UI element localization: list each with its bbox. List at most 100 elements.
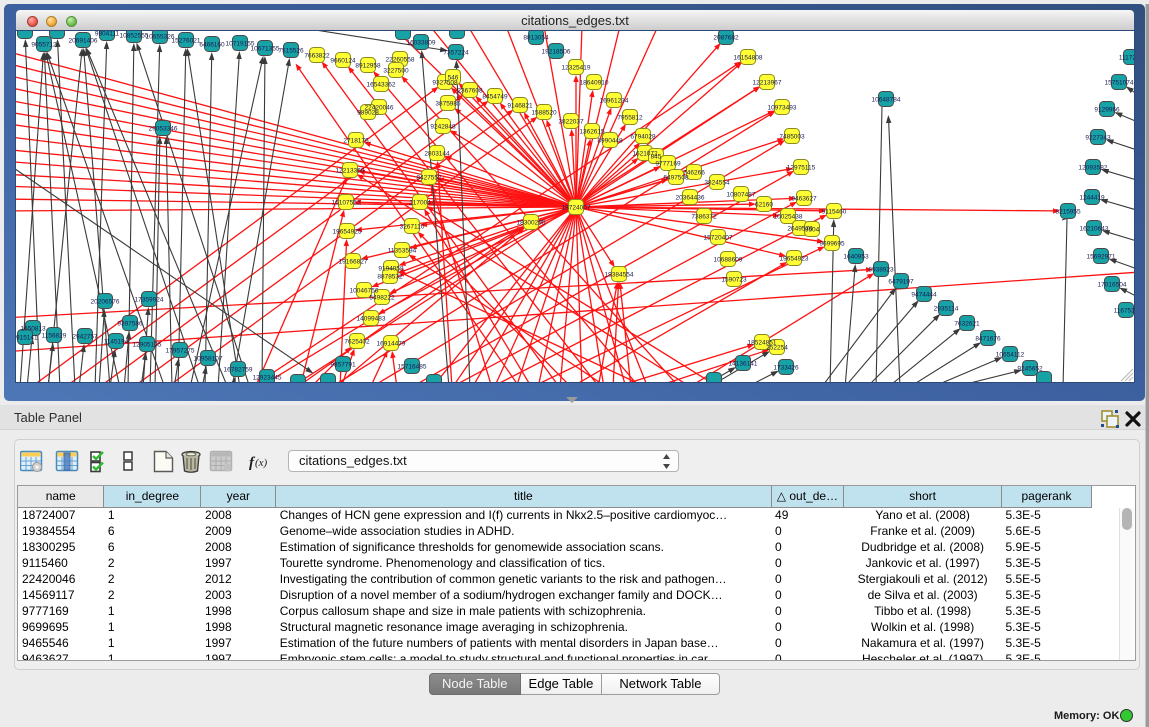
svg-text:16210643: 16210643 [1080, 226, 1109, 233]
svg-text:2935114: 2935114 [934, 306, 959, 313]
svg-text:18300295: 18300295 [517, 220, 546, 227]
svg-text:19384554: 19384554 [605, 272, 634, 279]
svg-text:12325419: 12325419 [562, 65, 591, 72]
svg-text:18640910: 18640910 [580, 80, 609, 87]
svg-text:62160: 62160 [755, 202, 773, 209]
svg-text:8878532: 8878532 [377, 274, 403, 281]
svg-text:3822037: 3822037 [558, 119, 584, 126]
svg-text:1167533: 1167533 [1114, 308, 1134, 315]
svg-text:22260558: 22260558 [386, 57, 415, 64]
svg-text:8427552: 8427552 [416, 175, 442, 182]
svg-text:6479197: 6479197 [888, 279, 914, 286]
svg-text:19218506: 19218506 [542, 49, 571, 56]
svg-text:9245652: 9245652 [1017, 366, 1043, 373]
svg-text:7485003: 7485003 [779, 134, 805, 141]
svg-text:(x): (x) [255, 457, 268, 469]
svg-text:9194058: 9194058 [378, 266, 404, 273]
svg-text:3875985: 3875985 [435, 101, 461, 108]
svg-text:2942757: 2942757 [72, 334, 98, 341]
svg-text:7663822: 7663822 [304, 53, 330, 60]
svg-text:17359924: 17359924 [135, 297, 164, 304]
svg-text:12923445: 12923445 [253, 375, 282, 382]
svg-text:12905135: 12905135 [133, 342, 162, 349]
svg-text:9463627: 9463627 [791, 196, 817, 203]
svg-text:3227500: 3227500 [383, 68, 409, 75]
svg-text:20206576: 20206576 [91, 299, 120, 306]
svg-text:2087682: 2087682 [713, 35, 739, 42]
svg-text:12975115: 12975115 [787, 165, 816, 172]
svg-text:746266: 746266 [683, 170, 705, 177]
svg-text:1590723: 1590723 [721, 277, 747, 284]
svg-text:6466160: 6466160 [199, 42, 225, 49]
svg-text:6794028: 6794028 [630, 134, 656, 141]
svg-text:7632621: 7632621 [954, 321, 980, 328]
svg-text:1156829: 1156829 [42, 333, 67, 340]
svg-text:2718176: 2718176 [343, 138, 369, 145]
svg-text:5498222: 5498222 [369, 295, 395, 302]
svg-text:8912958: 8912958 [355, 63, 381, 70]
svg-text:10655326: 10655326 [146, 34, 175, 41]
svg-text:10958107: 10958107 [194, 356, 223, 363]
svg-text:10688609: 10688609 [714, 257, 743, 264]
svg-text:1640953: 1640953 [843, 254, 869, 261]
svg-text:546: 546 [448, 75, 459, 82]
svg-text:14099483: 14099483 [357, 316, 386, 323]
svg-text:10025438: 10025438 [774, 214, 803, 221]
svg-text:2803144: 2803144 [424, 151, 450, 158]
svg-text:20364436: 20364436 [676, 195, 705, 202]
svg-text:18724007: 18724007 [562, 205, 591, 212]
svg-text:8938923: 8938923 [868, 267, 894, 274]
svg-text:10046756: 10046756 [350, 288, 379, 295]
svg-text:15692971: 15692971 [1087, 254, 1116, 261]
svg-text:10648784: 10648784 [872, 97, 901, 104]
svg-text:9857791: 9857791 [330, 362, 356, 369]
svg-text:12213967: 12213967 [753, 80, 782, 87]
svg-text:3915141: 3915141 [16, 335, 38, 342]
svg-text:9129966: 9129966 [1094, 107, 1120, 114]
svg-text:1362615: 1362615 [579, 129, 605, 136]
svg-text:7955812: 7955812 [617, 115, 643, 122]
svg-text:14136141: 14136141 [729, 361, 758, 368]
svg-text:16033809: 16033809 [407, 40, 436, 47]
svg-text:9055712: 9055712 [31, 42, 57, 49]
svg-text:16154808: 16154808 [734, 55, 763, 62]
svg-text:8454749: 8454749 [482, 94, 508, 101]
svg-text:7515526: 7515526 [278, 48, 304, 55]
svg-text:12093582: 12093582 [1079, 165, 1108, 172]
svg-text:8990448: 8990448 [597, 138, 623, 145]
svg-text:252254: 252254 [766, 345, 788, 352]
svg-text:9146821: 9146821 [507, 103, 533, 110]
svg-text:7625402: 7625402 [344, 339, 370, 346]
svg-text:1145194: 1145194 [104, 339, 129, 346]
svg-text:10807487: 10807487 [727, 192, 756, 199]
svg-text:9474444: 9474444 [911, 292, 937, 299]
svg-text:9660124: 9660124 [330, 58, 356, 65]
svg-text:8471676: 8471676 [975, 336, 1001, 343]
svg-text:2367608: 2367608 [457, 88, 483, 95]
svg-text:16543362: 16543362 [367, 82, 396, 89]
svg-text:15716485: 15716485 [398, 364, 427, 371]
svg-text:12213369: 12213369 [336, 168, 365, 175]
svg-text:9604: 9604 [805, 227, 820, 234]
svg-text:17016504: 17016504 [1098, 282, 1127, 289]
svg-text:217004: 217004 [409, 200, 431, 207]
svg-text:15751074: 15751074 [1105, 80, 1134, 87]
svg-text:8813054: 8813054 [523, 35, 549, 42]
svg-text:9227343: 9227343 [1085, 135, 1111, 142]
svg-text:19166827: 19166827 [339, 259, 368, 266]
svg-text:3824554: 3824554 [704, 180, 730, 187]
svg-text:16782759: 16782759 [224, 367, 253, 374]
svg-text:16961234: 16961234 [600, 98, 629, 105]
svg-text:15276021: 15276021 [172, 38, 201, 45]
svg-text:11353594: 11353594 [388, 248, 417, 255]
svg-text:19654925: 19654925 [333, 229, 362, 236]
svg-text:1117203: 1117203 [1119, 55, 1134, 62]
svg-text:8215955: 8215955 [1055, 209, 1081, 216]
svg-text:1733426: 1733426 [773, 365, 799, 372]
svg-text:7386372: 7386372 [691, 214, 717, 221]
svg-text:10973493: 10973493 [768, 105, 797, 112]
svg-text:1244419: 1244419 [1079, 195, 1105, 202]
svg-text:845: 845 [651, 154, 662, 161]
svg-text:29053346: 29053346 [149, 126, 178, 133]
svg-text:10852555: 10852555 [120, 33, 149, 40]
